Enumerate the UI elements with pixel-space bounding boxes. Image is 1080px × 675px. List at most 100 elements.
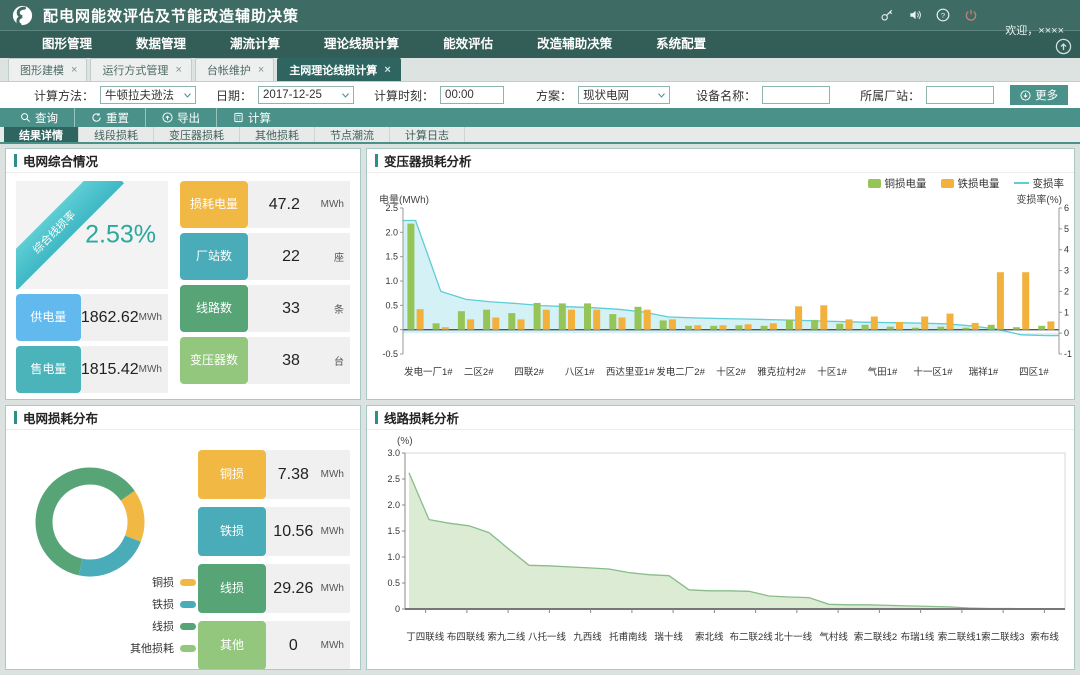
- document-tab[interactable]: 运行方式管理×: [90, 58, 191, 81]
- stat-label: 铁损: [198, 507, 266, 556]
- stat-value-area: 7.38MWh: [266, 450, 350, 499]
- legend-line-chip: [1014, 182, 1029, 184]
- x-axis-label: 二区2#: [453, 364, 503, 378]
- document-tab[interactable]: 台帐维护×: [195, 58, 274, 81]
- scheme-select-value[interactable]: [579, 87, 669, 103]
- transformer-legend: 铜损电量 铁损电量变损率: [377, 175, 1064, 191]
- legend-chip: [180, 601, 196, 608]
- stat-label: 线路数: [180, 285, 248, 332]
- menu-item[interactable]: 系统配置: [634, 27, 728, 58]
- menu-item[interactable]: 能效评估: [421, 27, 515, 58]
- title-accent-bar: [375, 411, 378, 424]
- legend-item[interactable]: 变损率: [1014, 176, 1065, 191]
- svg-text:-1: -1: [1064, 349, 1072, 359]
- stat-row: 铜损7.38MWh: [198, 450, 350, 499]
- donut-legend-item[interactable]: 其他损耗: [130, 640, 196, 656]
- panel-loss-distribution: 电网损耗分布 铜损铁损线损其他损耗 铜损7.38MWh铁损10.56MWh线损2…: [5, 405, 361, 670]
- result-subtab[interactable]: 节点潮流: [315, 127, 390, 142]
- result-subtab[interactable]: 线段损耗: [79, 127, 154, 142]
- menu-item[interactable]: 图形管理: [20, 27, 114, 58]
- stat-row: 供电量1862.62MWh: [16, 294, 168, 341]
- stat-value: 29.26: [266, 580, 321, 598]
- time-label: 计算时刻：: [374, 87, 434, 104]
- stat-row: 线损29.26MWh: [198, 564, 350, 613]
- scheme-select[interactable]: [578, 86, 670, 104]
- reset-button[interactable]: 重置: [75, 108, 146, 127]
- x-axis-label: 气村线: [813, 629, 854, 643]
- close-icon[interactable]: ×: [258, 64, 264, 76]
- donut-legend-item[interactable]: 铁损: [130, 596, 196, 612]
- menu-items: 图形管理数据管理潮流计算理论线损计算能效评估改造辅助决策系统配置: [20, 27, 728, 58]
- legend-item[interactable]: 铁损电量: [941, 176, 1000, 191]
- method-select[interactable]: [100, 86, 196, 104]
- stat-value: 47.2: [248, 196, 321, 214]
- device-input-value[interactable]: [763, 87, 829, 103]
- svg-text:3: 3: [1064, 266, 1069, 276]
- stat-label: 铜损: [198, 450, 266, 499]
- close-icon[interactable]: ×: [71, 64, 77, 76]
- key-icon[interactable]: [880, 8, 894, 22]
- legend-item[interactable]: 铜损电量: [868, 176, 927, 191]
- donut-legend-item[interactable]: 线损: [130, 618, 196, 634]
- stat-unit: MWh: [321, 526, 350, 537]
- stat-unit: MWh: [321, 469, 350, 480]
- panel-title: 线路损耗分析: [384, 408, 459, 427]
- query-button[interactable]: 查询: [4, 108, 75, 127]
- stat-row: 损耗电量47.2MWh: [180, 181, 350, 228]
- method-select-value[interactable]: [101, 87, 195, 103]
- svg-text:5: 5: [1064, 224, 1069, 234]
- stat-value-area: 1862.62MWh: [81, 294, 168, 341]
- stat-unit: 座: [334, 249, 350, 264]
- donut-legend: 铜损铁损线损其他损耗: [130, 574, 196, 656]
- time-input[interactable]: [440, 86, 504, 104]
- stat-row: 变压器数38台: [180, 337, 350, 384]
- export-button[interactable]: 导出: [146, 108, 217, 127]
- date-select[interactable]: [258, 86, 354, 104]
- more-button[interactable]: 更多: [1010, 85, 1068, 105]
- x-axis-label: 丁四联线: [405, 629, 446, 643]
- x-axis-label: 索北线: [689, 629, 730, 643]
- x-axis-label: 十一区1#: [908, 364, 958, 378]
- stat-value-area: 47.2MWh: [248, 181, 350, 228]
- result-subtab[interactable]: 计算日志: [390, 127, 465, 142]
- title-accent-bar: [14, 154, 17, 167]
- device-input[interactable]: [762, 86, 830, 104]
- sound-icon[interactable]: [908, 8, 922, 22]
- panel-line-loss: 线路损耗分析 (%) 3.02.52.01.51.00.50 丁四联线布四联线索…: [366, 405, 1075, 670]
- stat-unit: MWh: [321, 199, 350, 210]
- result-subtab[interactable]: 变压器损耗: [154, 127, 240, 142]
- svg-text:-0.5: -0.5: [382, 349, 398, 359]
- document-tab[interactable]: 主网理论线损计算×: [277, 58, 400, 81]
- panel-grid-summary: 电网综合情况 综合线损率 2.53% 供电量1862.62MWh售电量1815.…: [5, 148, 361, 400]
- filter-bar: 计算方法： 日期： 计算时刻： 方案： 设备名称： 所属厂站：: [0, 82, 1080, 108]
- station-input[interactable]: [926, 86, 994, 104]
- date-select-value[interactable]: [259, 87, 353, 103]
- result-subtab[interactable]: 结果详情: [4, 127, 79, 142]
- menu-item[interactable]: 改造辅助决策: [515, 27, 634, 58]
- legend-chip: [180, 623, 196, 630]
- stat-value-area: 33条: [248, 285, 350, 332]
- svg-text:2.0: 2.0: [387, 500, 400, 510]
- donut-legend-item[interactable]: 铜损: [130, 574, 196, 590]
- collapse-up-icon[interactable]: [1055, 38, 1072, 55]
- stat-label: 供电量: [16, 294, 81, 341]
- app-logo-icon: [12, 5, 33, 26]
- menu-item[interactable]: 数据管理: [114, 27, 208, 58]
- svg-text:0.5: 0.5: [387, 578, 400, 588]
- station-input-value[interactable]: [927, 87, 993, 103]
- circle-up-arrow-icon: [162, 112, 173, 123]
- x-axis-label: 瑞十线: [648, 629, 689, 643]
- help-icon[interactable]: ?: [936, 8, 950, 22]
- menu-item[interactable]: 潮流计算: [208, 27, 302, 58]
- legend-label: 铁损电量: [958, 176, 1000, 191]
- compute-button[interactable]: 计算: [217, 108, 287, 127]
- stat-row: 铁损10.56MWh: [198, 507, 350, 556]
- circle-down-arrow-icon: [1020, 90, 1031, 101]
- result-subtab[interactable]: 其他损耗: [240, 127, 315, 142]
- close-icon[interactable]: ×: [175, 64, 181, 76]
- power-icon[interactable]: [964, 8, 978, 22]
- menu-item[interactable]: 理论线损计算: [302, 27, 421, 58]
- document-tab[interactable]: 图形建模×: [8, 58, 87, 81]
- time-input-value[interactable]: [441, 87, 503, 103]
- close-icon[interactable]: ×: [384, 64, 390, 76]
